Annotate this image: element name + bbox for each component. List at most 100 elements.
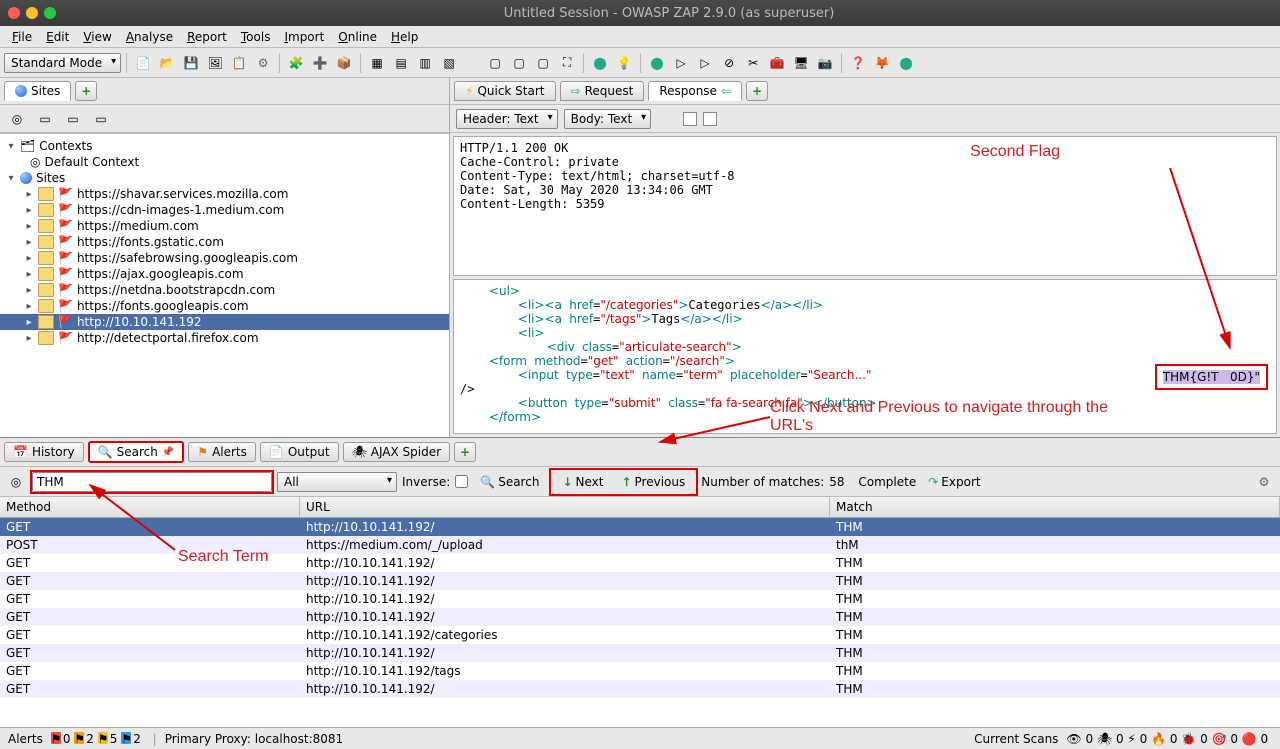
scan-counter[interactable]: 🔴 0 [1242, 732, 1272, 746]
alert-flag[interactable]: ⚑2 [74, 732, 97, 746]
sites-tree[interactable]: ▾🗂Contexts ◎Default Context ▾Sites ▸🚩htt… [0, 133, 449, 437]
scan-counter[interactable]: 🕷 0 [1097, 732, 1128, 746]
target-icon[interactable]: ◎ [6, 108, 28, 130]
light-icon[interactable]: 💡 [613, 52, 635, 74]
monitor-icon[interactable]: 🖥 [790, 52, 812, 74]
search-scope-combo[interactable]: All [277, 472, 397, 492]
split-view2-icon[interactable] [703, 112, 717, 126]
scope-target-icon[interactable]: ◎ [5, 471, 27, 493]
maximize-window[interactable] [44, 7, 56, 19]
menu-view[interactable]: View [77, 28, 117, 46]
menu-help[interactable]: Help [385, 28, 424, 46]
scan-counter[interactable]: 🔥 0 [1151, 732, 1181, 746]
site-node[interactable]: ▸🚩https://fonts.googleapis.com [0, 298, 449, 314]
toolbox-icon[interactable]: 🧰 [766, 52, 788, 74]
site-node[interactable]: ▸🚩https://shavar.services.mozilla.com [0, 186, 449, 202]
scan-counter[interactable]: 👁 0 [1066, 732, 1097, 746]
table-row[interactable]: GEThttp://10.10.141.192/categoriesTHM [0, 626, 1280, 644]
layout1-icon[interactable]: ▦ [366, 52, 388, 74]
tools-x-icon[interactable]: ✂ [742, 52, 764, 74]
col-url[interactable]: URL [300, 497, 830, 517]
default-context-node[interactable]: Default Context [44, 155, 139, 169]
save-session-icon[interactable]: 💾 [180, 52, 202, 74]
response-body-text[interactable]: <ul> <li><a href="/categories">Categorie… [453, 279, 1277, 434]
menu-online[interactable]: Online [332, 28, 383, 46]
alert-flag[interactable]: ⚑5 [98, 732, 121, 746]
results-list[interactable]: GEThttp://10.10.141.192/THMPOSThttps://m… [0, 518, 1280, 727]
tree-view3-icon[interactable]: ▭ [90, 108, 112, 130]
menu-tools[interactable]: Tools [235, 28, 277, 46]
col-match[interactable]: Match [830, 497, 1280, 517]
layout4-icon[interactable]: ▧ [438, 52, 460, 74]
site-node[interactable]: ▸🚩https://ajax.googleapis.com [0, 266, 449, 282]
response-header-text[interactable]: HTTP/1.1 200 OK Cache-Control: private C… [453, 136, 1277, 276]
layout3-icon[interactable]: ▥ [414, 52, 436, 74]
menu-report[interactable]: Report [181, 28, 233, 46]
break-icon[interactable]: ⬤ [589, 52, 611, 74]
site-node[interactable]: ▸🚩https://medium.com [0, 218, 449, 234]
add-tab-left[interactable]: + [75, 81, 97, 101]
tab-right-icon[interactable]: ▢ [508, 52, 530, 74]
add-tab-bottom[interactable]: + [454, 442, 476, 462]
table-row[interactable]: GEThttp://10.10.141.192/THM [0, 554, 1280, 572]
step-icon[interactable]: ▷ [670, 52, 692, 74]
table-row[interactable]: GEThttp://10.10.141.192/THM [0, 518, 1280, 536]
tab-quickstart[interactable]: ⚡Quick Start [454, 81, 556, 101]
tree-view1-icon[interactable]: ▭ [34, 108, 56, 130]
search-input[interactable] [32, 472, 272, 492]
header-view-combo[interactable]: Header: Text [456, 109, 558, 129]
export-button[interactable]: ↷Export [921, 472, 987, 492]
mode-select[interactable]: Standard Mode [4, 53, 121, 73]
scan-counter[interactable]: 🐞 0 [1181, 732, 1211, 746]
addon-icon[interactable]: 🧩 [285, 52, 307, 74]
inverse-checkbox[interactable] [455, 475, 468, 488]
previous-button[interactable]: ↑Previous [614, 472, 692, 492]
layout2-icon[interactable]: ▤ [390, 52, 412, 74]
table-row[interactable]: GEThttp://10.10.141.192/THM [0, 680, 1280, 698]
menu-analyse[interactable]: Analyse [120, 28, 179, 46]
options-icon[interactable]: ⚙ [252, 52, 274, 74]
site-node[interactable]: ▸🚩https://safebrowsing.googleapis.com [0, 250, 449, 266]
expand-icon[interactable]: ⛶ [556, 52, 578, 74]
tab-down-icon[interactable]: ▢ [532, 52, 554, 74]
new-session-icon[interactable]: 📄 [132, 52, 154, 74]
close-window[interactable] [8, 7, 20, 19]
alert-flag[interactable]: ⚑0 [51, 732, 74, 746]
body-view-combo[interactable]: Body: Text [564, 109, 652, 129]
site-node[interactable]: ▸🚩https://cdn-images-1.medium.com [0, 202, 449, 218]
drop-icon[interactable]: ⊘ [718, 52, 740, 74]
help-icon[interactable]: ❓ [847, 52, 869, 74]
open-session-icon[interactable]: 📂 [156, 52, 178, 74]
tab-search[interactable]: 🔍Search📌 [88, 441, 185, 463]
split-view1-icon[interactable] [683, 112, 697, 126]
tab-alerts[interactable]: ⚑Alerts [188, 442, 256, 462]
search-options-icon[interactable]: ⚙ [1253, 471, 1275, 493]
site-node[interactable]: ▸🚩http://10.10.141.192 [0, 314, 449, 330]
properties-icon[interactable]: 📋 [228, 52, 250, 74]
scan-counter[interactable]: ⚡ 0 [1127, 732, 1151, 746]
table-row[interactable]: GEThttp://10.10.141.192/THM [0, 608, 1280, 626]
scan-counter[interactable]: 🎯 0 [1212, 732, 1242, 746]
tab-request[interactable]: ⇨Request [560, 81, 645, 101]
tab-ajax-spider[interactable]: 🕷AJAX Spider [343, 442, 451, 462]
col-method[interactable]: Method [0, 497, 300, 517]
power-icon[interactable]: ⬤ [895, 52, 917, 74]
table-row[interactable]: GEThttp://10.10.141.192/THM [0, 572, 1280, 590]
marketplace-icon[interactable]: 📦 [333, 52, 355, 74]
search-button[interactable]: 🔍Search [473, 472, 546, 492]
menu-import[interactable]: Import [278, 28, 330, 46]
camera-icon[interactable]: 📷 [814, 52, 836, 74]
next-button[interactable]: ↓Next [555, 472, 610, 492]
alert-flag[interactable]: ⚑2 [121, 732, 144, 746]
tab-history[interactable]: 📅History [4, 442, 84, 462]
sites-root-node[interactable]: Sites [36, 171, 65, 185]
addon-manage-icon[interactable]: ➕ [309, 52, 331, 74]
tab-output[interactable]: 📄Output [260, 442, 339, 462]
snapshot-icon[interactable]: 🖼 [204, 52, 226, 74]
table-row[interactable]: GEThttp://10.10.141.192/THM [0, 590, 1280, 608]
firefox-icon[interactable]: 🦊 [871, 52, 893, 74]
table-row[interactable]: POSThttps://medium.com/_/uploadthM [0, 536, 1280, 554]
site-node[interactable]: ▸🚩http://detectportal.firefox.com [0, 330, 449, 346]
menu-file[interactable]: File [6, 28, 38, 46]
tab-left-icon[interactable]: ▢ [484, 52, 506, 74]
